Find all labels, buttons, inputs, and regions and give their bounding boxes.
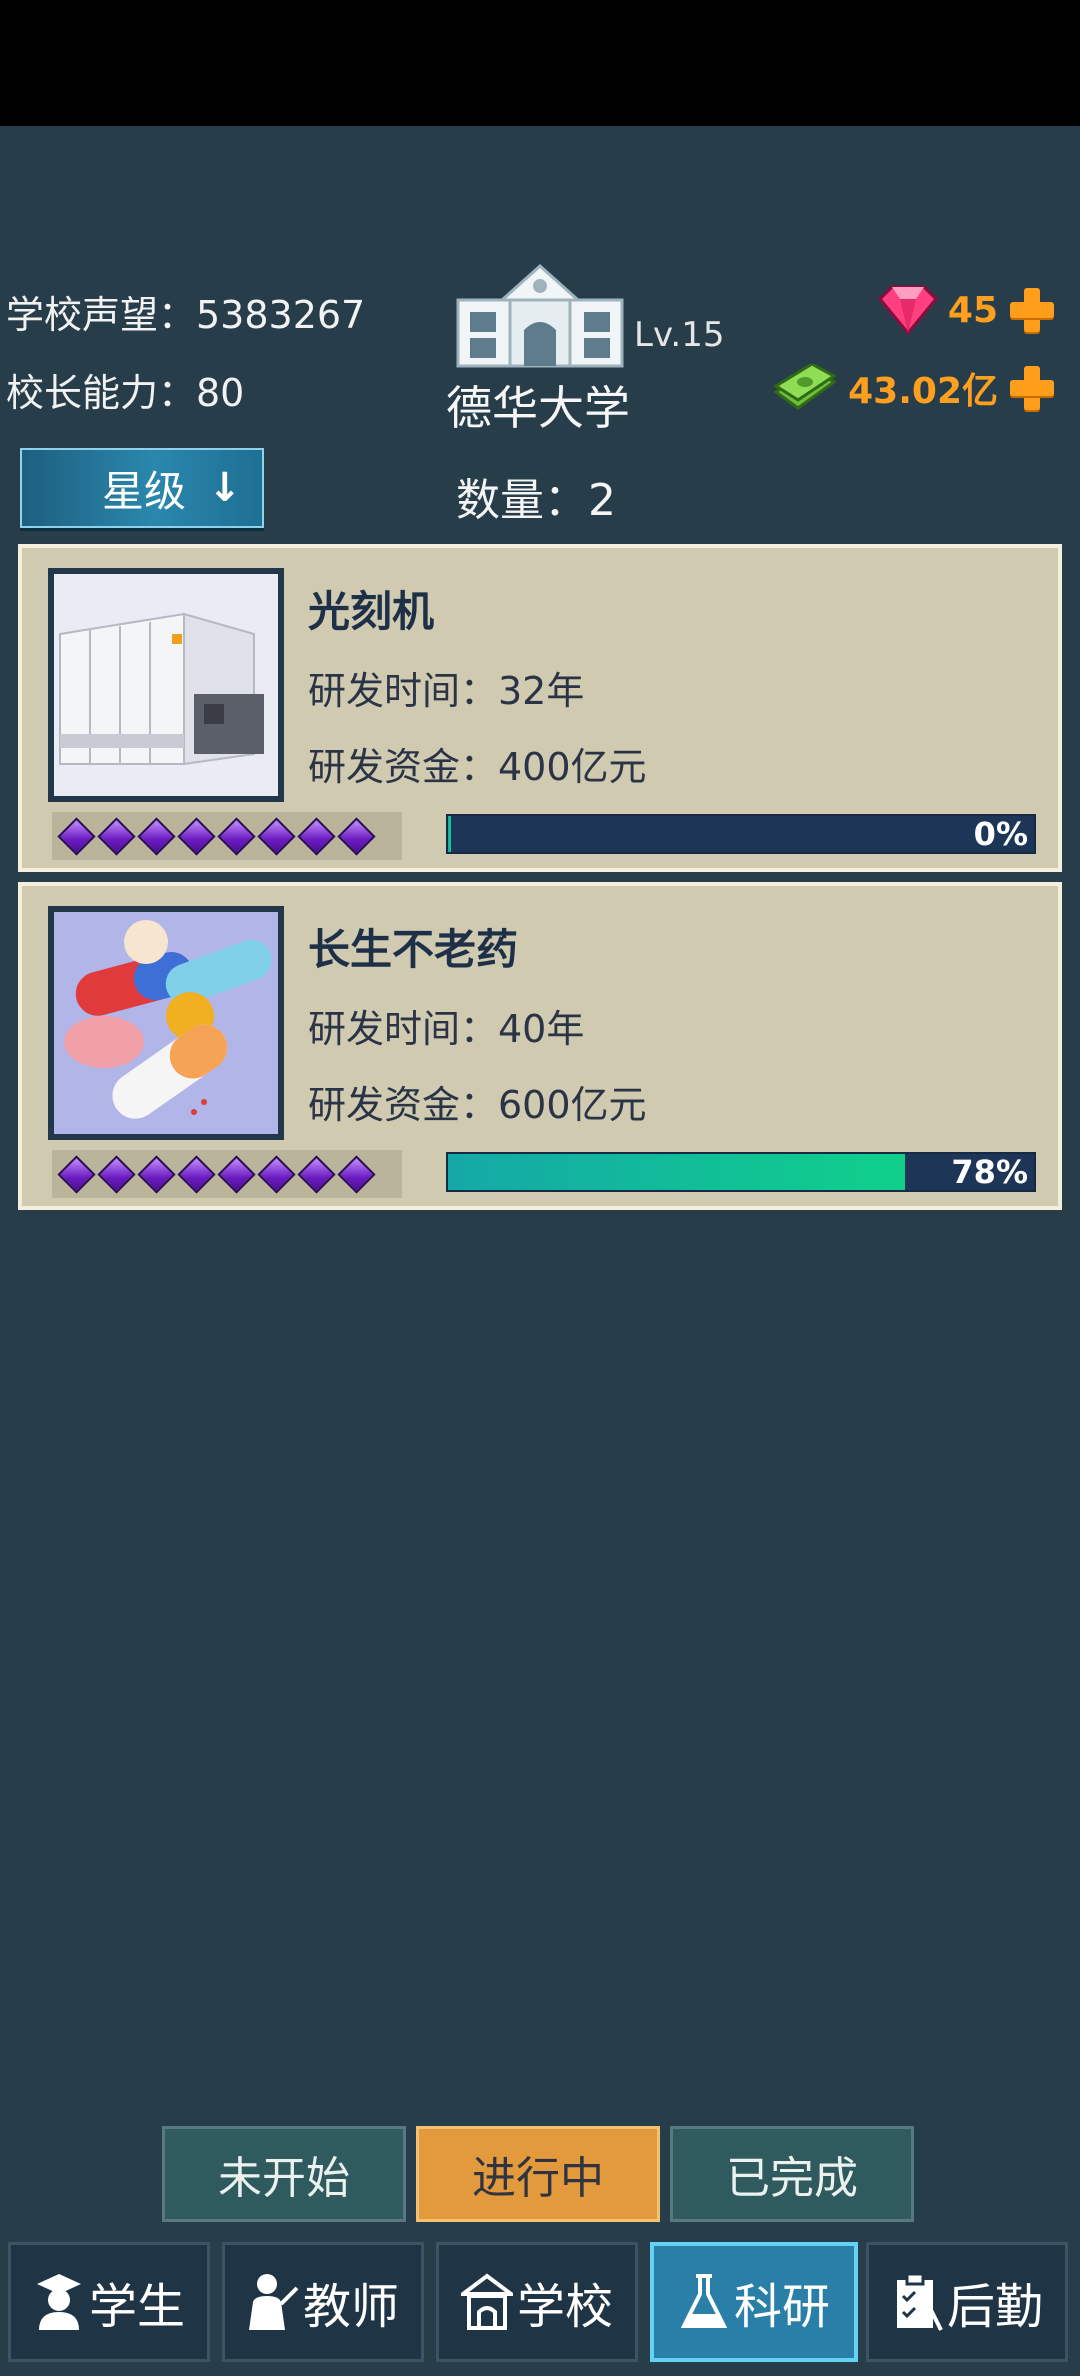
star-icon xyxy=(216,816,256,856)
school-icon xyxy=(460,2273,513,2330)
research-project-card[interactable]: 光刻机 研发时间：32年 研发资金：400亿元 0% xyxy=(18,544,1062,872)
nav-research-label: 科研 xyxy=(733,2279,830,2335)
star-icon xyxy=(296,1154,336,1194)
filter-completed-tab[interactable]: 已完成 xyxy=(670,2126,914,2222)
nav-students[interactable]: 学生 xyxy=(8,2242,210,2362)
project-funding: 研发资金：400亿元 xyxy=(308,745,647,789)
star-rating xyxy=(52,812,402,860)
nav-logistics[interactable]: 后勤 xyxy=(866,2242,1068,2362)
sort-by-star-button[interactable]: 星级 ↓ xyxy=(20,448,264,528)
nav-teachers[interactable]: 教师 xyxy=(222,2242,424,2362)
principal-ability: 校长能力：80 xyxy=(6,371,245,415)
star-icon xyxy=(136,816,176,856)
project-title: 长生不老药 xyxy=(308,925,519,974)
school-building-icon xyxy=(456,263,624,368)
filter-in-progress-tab[interactable]: 进行中 xyxy=(416,2126,660,2222)
add-money-icon[interactable] xyxy=(1008,364,1056,412)
flask-icon xyxy=(680,2274,728,2328)
project-duration: 研发时间：40年 xyxy=(308,1007,585,1051)
star-icon xyxy=(216,1154,256,1194)
star-icon xyxy=(176,816,216,856)
research-progress-bar: 0% xyxy=(446,814,1036,854)
school-level: Lv.15 xyxy=(634,315,725,355)
gems-count: 45 xyxy=(947,289,998,331)
nav-school-label: 学校 xyxy=(516,2279,613,2335)
star-icon xyxy=(56,816,96,856)
project-title: 光刻机 xyxy=(308,587,435,636)
sort-label: 星级 xyxy=(102,466,187,516)
progress-percent: 0% xyxy=(973,815,1028,853)
star-icon xyxy=(336,816,376,856)
arrow-down-icon: ↓ xyxy=(208,465,242,511)
add-gems-icon[interactable] xyxy=(1008,286,1056,334)
star-icon xyxy=(256,1154,296,1194)
progress-percent: 78% xyxy=(951,1153,1028,1191)
student-icon xyxy=(36,2274,81,2330)
school-name: 德华大学 xyxy=(446,381,630,435)
school-reputation: 学校声望：5383267 xyxy=(6,293,366,337)
star-icon xyxy=(136,1154,176,1194)
star-icon xyxy=(176,1154,216,1194)
nav-research[interactable]: 科研 xyxy=(650,2242,858,2362)
clipboard-icon xyxy=(896,2272,943,2331)
teacher-icon xyxy=(248,2274,299,2330)
pills-icon xyxy=(48,906,284,1140)
star-icon xyxy=(96,816,136,856)
star-icon xyxy=(296,816,336,856)
gem-icon xyxy=(877,285,938,335)
nav-logistics-label: 后勤 xyxy=(946,2279,1043,2335)
lithography-machine-icon xyxy=(48,568,284,802)
star-icon xyxy=(56,1154,96,1194)
filter-not-started-tab[interactable]: 未开始 xyxy=(162,2126,406,2222)
star-icon xyxy=(336,1154,376,1194)
nav-students-label: 学生 xyxy=(88,2279,185,2335)
project-duration: 研发时间：32年 xyxy=(308,669,585,713)
status-bar xyxy=(0,0,1080,126)
star-rating xyxy=(52,1150,402,1198)
progress-fill xyxy=(448,1154,906,1190)
star-icon xyxy=(96,1154,136,1194)
project-funding: 研发资金：600亿元 xyxy=(308,1083,647,1127)
gems-resource: 45 xyxy=(877,280,1056,340)
project-count: 数量：2 xyxy=(456,475,616,526)
research-progress-bar: 78% xyxy=(446,1152,1036,1192)
school-info[interactable]: Lv.15 德华大学 xyxy=(440,260,725,440)
star-icon xyxy=(256,816,296,856)
nav-school[interactable]: 学校 xyxy=(436,2242,638,2362)
progress-fill xyxy=(448,816,451,852)
money-amount: 43.02亿 xyxy=(848,371,998,412)
research-project-card[interactable]: 长生不老药 研发时间：40年 研发资金：600亿元 78% xyxy=(18,882,1062,1210)
cash-icon xyxy=(773,364,838,410)
money-resource: 43.02亿 xyxy=(772,358,1056,418)
nav-teachers-label: 教师 xyxy=(302,2279,399,2335)
